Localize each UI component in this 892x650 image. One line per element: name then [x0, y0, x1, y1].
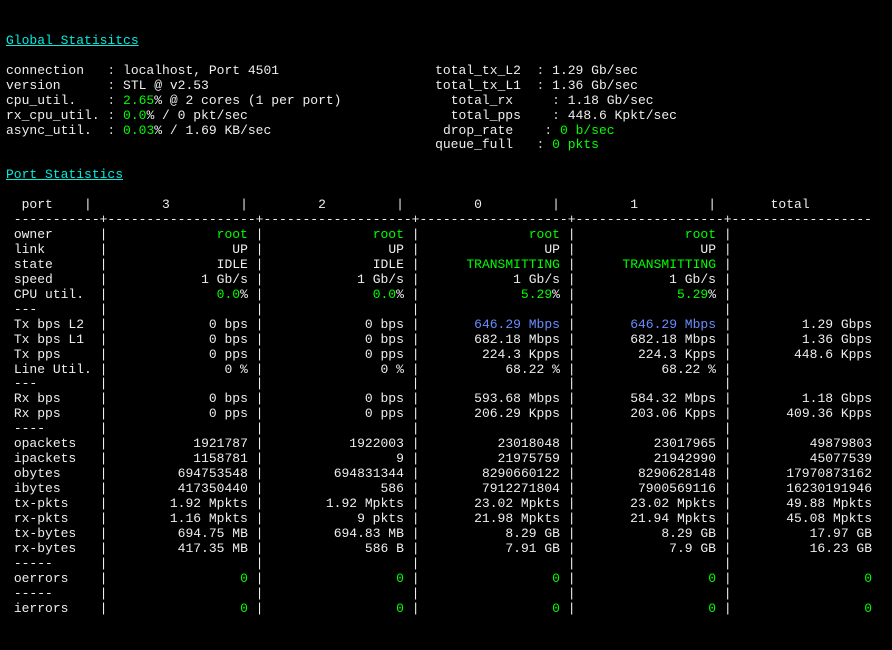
cpu-2: 5.29 — [521, 287, 552, 302]
row-txl2: Tx bps L2 | 0 bps | 0 bps | — [6, 317, 474, 332]
cpu-1: 0.0 — [373, 287, 396, 302]
ierrors-3: 0 — [708, 601, 716, 616]
ierrors-1: 0 — [396, 601, 404, 616]
rx-cpu-util-label: rx_cpu_util. — [6, 108, 100, 123]
table-separator: -----------+-------------------+--------… — [6, 212, 880, 227]
row-dash5: ----- | | | | | — [6, 586, 732, 601]
drop-rate-label: drop_rate — [443, 123, 513, 138]
oerrors-0: 0 — [240, 571, 248, 586]
total-tx-l2-label: total_tx_L2 — [435, 63, 521, 78]
row-rxpps: Rx pps | 0 pps | 0 pps | 206.29 Kpps | 2… — [6, 406, 872, 421]
rx-cpu-util-value: 0.0 — [123, 108, 146, 123]
async-util-value: 0.03 — [123, 123, 154, 138]
connection-label: connection — [6, 63, 84, 78]
cpu-0: 0.0 — [217, 287, 240, 302]
owner-3: root — [685, 227, 716, 242]
queue-full-value: 0 pkts — [552, 137, 599, 152]
txl2-3: 646.29 Mbps — [630, 317, 716, 332]
row-dash4: ----- | | | | | — [6, 556, 732, 571]
cpu-util-suffix: % @ 2 cores (1 per port) — [154, 93, 341, 108]
total-tx-l1-label: total_tx_L1 — [435, 78, 521, 93]
row-rxbytes: rx-bytes | 417.35 MB | 586 B | 7.91 GB |… — [6, 541, 872, 556]
oerrors-4: 0 — [864, 571, 872, 586]
owner-0: root — [217, 227, 248, 242]
async-util-label: async_util. — [6, 123, 92, 138]
row-speed: speed | 1 Gb/s | 1 Gb/s | 1 Gb/s | 1 Gb/… — [6, 272, 732, 287]
row-ierrors: ierrors | — [6, 601, 240, 616]
total-rx-label: total_rx — [451, 93, 513, 108]
cpu-util-value: 2.65 — [123, 93, 154, 108]
total-tx-l1-value: 1.36 Gb/sec — [552, 78, 638, 93]
row-ipackets: ipackets | 1158781 | 9 | 21975759 | 2194… — [6, 451, 872, 466]
row-txpkts: tx-pkts | 1.92 Mpkts | 1.92 Mpkts | 23.0… — [6, 496, 872, 511]
state-3: TRANSMITTING — [622, 257, 716, 272]
port-stats-heading: Port Statistics — [6, 167, 123, 182]
total-pps-label: total_pps — [451, 108, 521, 123]
connection-value: localhost, Port 4501 — [123, 63, 279, 78]
row-lineutil: Line Util. | 0 % | 0 % | 68.22 % | 68.22… — [6, 362, 732, 377]
col-port: port | 3 | 2 | 0 | 1 | total — [6, 197, 864, 212]
oerrors-3: 0 — [708, 571, 716, 586]
oerrors-2: 0 — [552, 571, 560, 586]
row-owner: owner | — [6, 227, 217, 242]
row-txbytes: tx-bytes | 694.75 MB | 694.83 MB | 8.29 … — [6, 526, 872, 541]
total-pps-value: 448.6 Kpkt/sec — [568, 108, 677, 123]
row-rxpkts: rx-pkts | 1.16 Mpkts | 9 pkts | 21.98 Mp… — [6, 511, 872, 526]
row-link: link | UP | UP | UP | UP | — [6, 242, 732, 257]
queue-full-label: queue_full — [435, 137, 513, 152]
row-txl1: Tx bps L1 | 0 bps | 0 bps | 682.18 Mbps … — [6, 332, 872, 347]
ierrors-2: 0 — [552, 601, 560, 616]
row-oerrors: oerrors | — [6, 571, 240, 586]
txl2-2: 646.29 Mbps — [474, 317, 560, 332]
version-value: STL @ v2.53 — [123, 78, 209, 93]
cpu-3: 5.29 — [677, 287, 708, 302]
global-stats-heading: Global Statisitcs — [6, 33, 139, 48]
row-state: state | IDLE | IDLE | — [6, 257, 466, 272]
ierrors-0: 0 — [240, 601, 248, 616]
owner-2: root — [529, 227, 560, 242]
cpu-util-label: cpu_util. — [6, 93, 76, 108]
state-2: TRANSMITTING — [466, 257, 560, 272]
row-txpps: Tx pps | 0 pps | 0 pps | 224.3 Kpps | 22… — [6, 347, 872, 362]
drop-rate-value: 0 b/sec — [560, 123, 615, 138]
row-obytes: obytes | 694753548 | 694831344 | 8290660… — [6, 466, 872, 481]
rx-cpu-util-suffix: % / 0 pkt/sec — [146, 108, 247, 123]
row-cpu: CPU util. | — [6, 287, 217, 302]
total-tx-l2-value: 1.29 Gb/sec — [552, 63, 638, 78]
owner-1: root — [373, 227, 404, 242]
row-dash1: --- | | | | | — [6, 302, 732, 317]
row-rxbps: Rx bps | 0 bps | 0 bps | 593.68 Mbps | 5… — [6, 391, 872, 406]
async-util-suffix: % / 1.69 KB/sec — [154, 123, 271, 138]
row-dash2: --- | | | | | — [6, 376, 732, 391]
row-ibytes: ibytes | 417350440 | 586 | 7912271804 | … — [6, 481, 872, 496]
oerrors-1: 0 — [396, 571, 404, 586]
row-dash3: ---- | | | | | — [6, 421, 732, 436]
row-opackets: opackets | 1921787 | 1922003 | 23018048 … — [6, 436, 872, 451]
ierrors-4: 0 — [864, 601, 872, 616]
version-label: version — [6, 78, 61, 93]
total-rx-value: 1.18 Gb/sec — [568, 93, 654, 108]
